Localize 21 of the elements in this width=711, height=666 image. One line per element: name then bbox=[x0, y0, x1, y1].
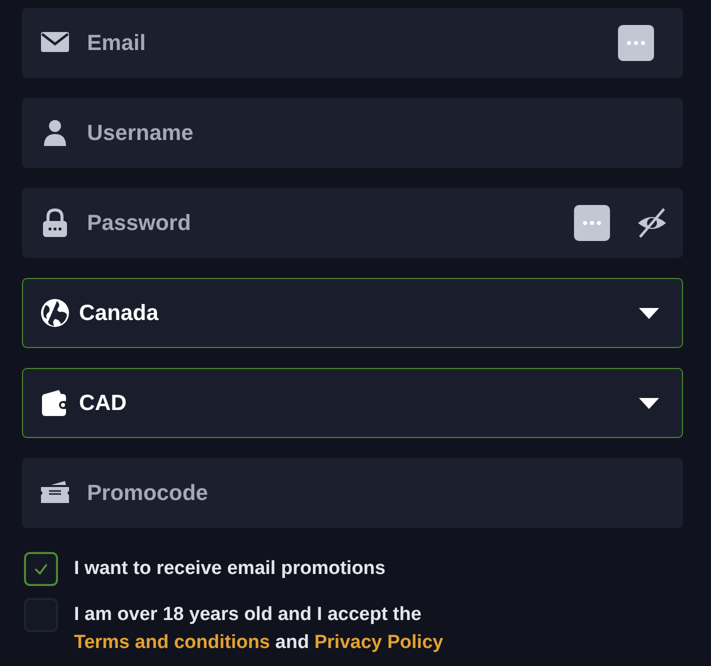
input-field[interactable]: Promocode bbox=[22, 458, 683, 528]
text-input[interactable]: Username bbox=[87, 120, 668, 146]
input-field[interactable]: Username bbox=[22, 98, 683, 168]
link[interactable]: Terms and conditions bbox=[74, 632, 270, 653]
caret-icon bbox=[638, 396, 660, 410]
input-field[interactable]: Email bbox=[22, 8, 683, 78]
eye-slash-icon[interactable] bbox=[636, 207, 668, 239]
checkbox[interactable] bbox=[24, 552, 58, 586]
dropdown-select[interactable]: CAD bbox=[22, 368, 683, 438]
link[interactable]: Privacy Policy bbox=[314, 632, 444, 653]
checkbox-label: I am over 18 years old and I accept the Terms and conditions and Privacy Policy bbox=[74, 603, 444, 655]
dots-icon[interactable] bbox=[574, 205, 610, 241]
dropdown-select[interactable]: Canada bbox=[22, 278, 683, 348]
text-input[interactable]: Password bbox=[87, 210, 574, 236]
dots-icon[interactable] bbox=[618, 25, 654, 61]
caret-icon bbox=[638, 306, 660, 320]
input-field[interactable]: Password bbox=[22, 188, 683, 258]
text-input[interactable]: Promocode bbox=[87, 480, 668, 506]
text-input[interactable]: Email bbox=[87, 30, 618, 56]
globe-icon bbox=[39, 297, 71, 329]
checkbox-label: I want to receive email promotions bbox=[74, 557, 386, 581]
